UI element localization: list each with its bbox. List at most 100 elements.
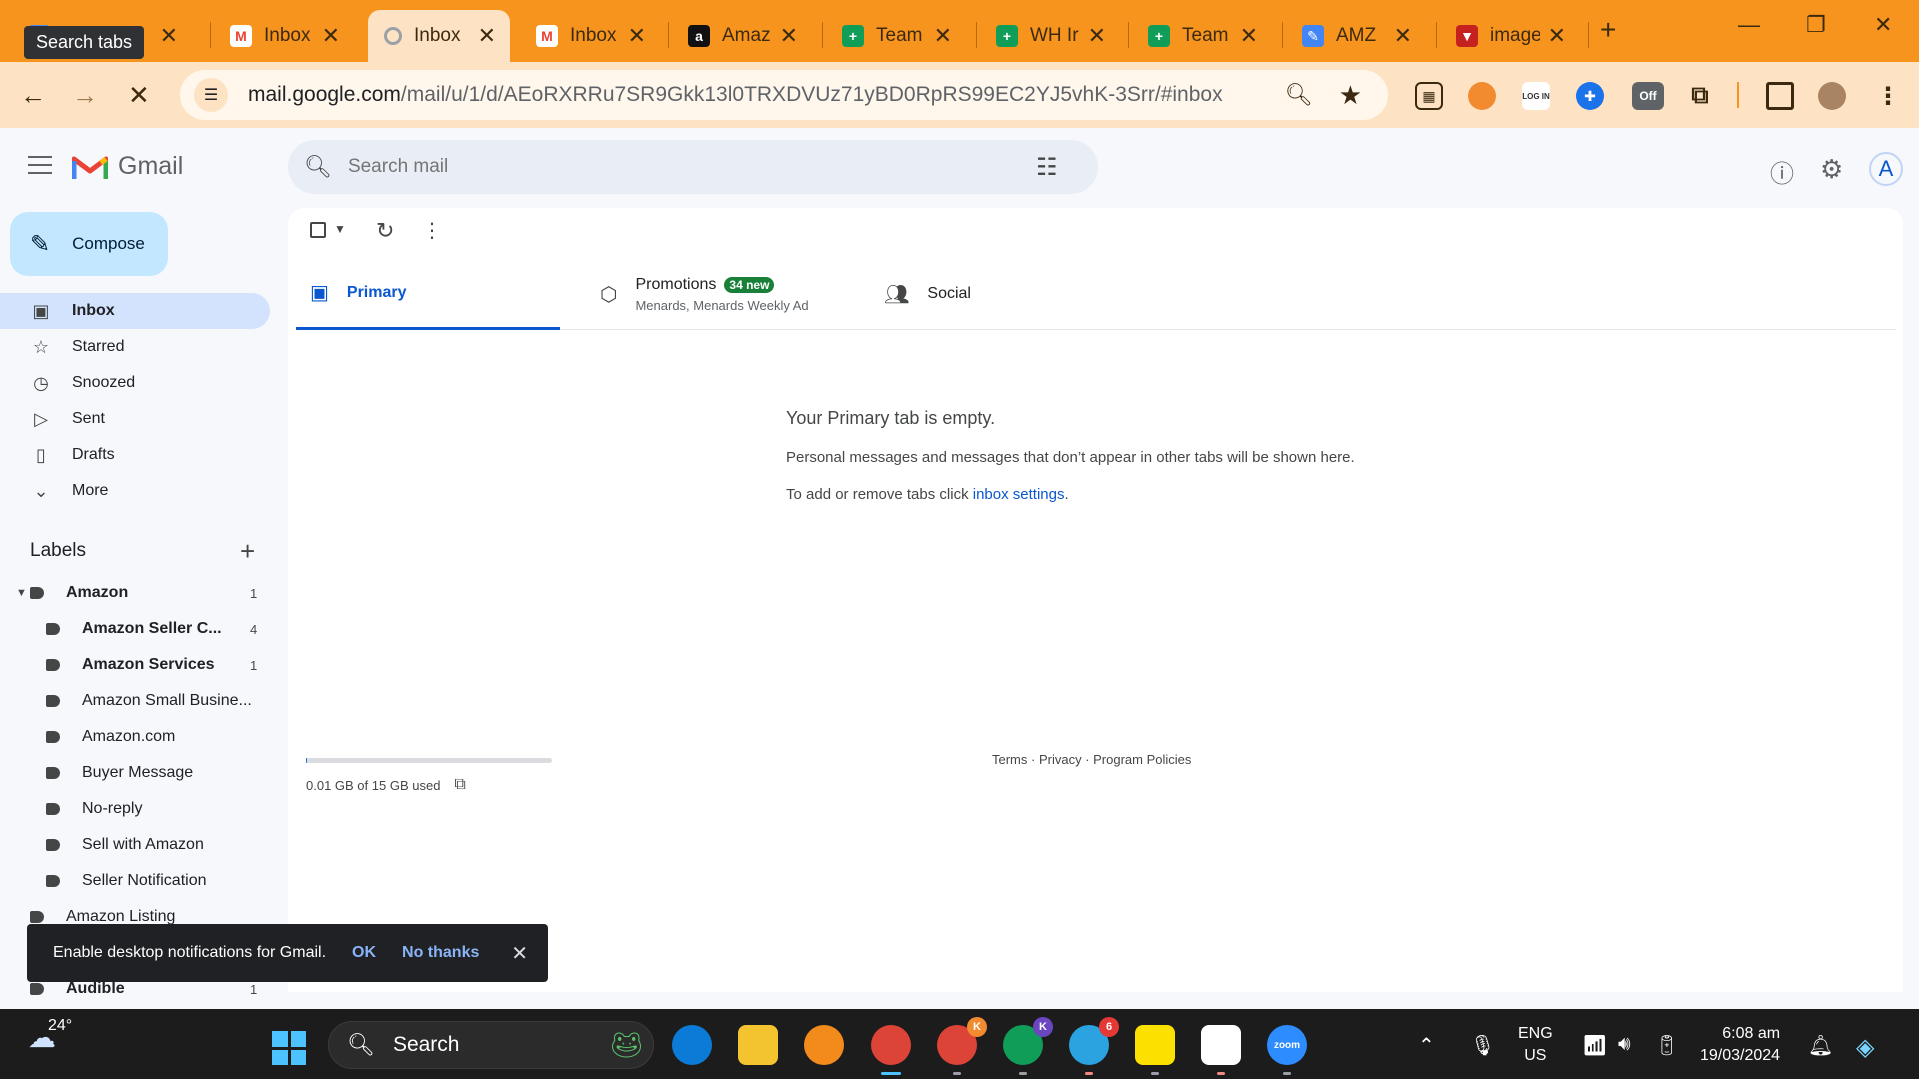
chevron-up-icon[interactable]: ⌃ [1418, 1033, 1435, 1058]
language-indicator[interactable]: ENG US [1518, 1023, 1553, 1067]
qr-code-extension-icon[interactable]: ▦ [1415, 82, 1443, 110]
login-extension-icon[interactable]: LOG IN [1522, 82, 1550, 110]
more-options-icon[interactable]: ⋮ [422, 218, 442, 243]
label-item[interactable]: Amazon Seller C... 4 [0, 611, 270, 647]
microphone-icon[interactable]: 🎙︎ [1470, 1033, 1495, 1058]
label-item[interactable]: Amazon Small Busine... [0, 683, 270, 719]
stop-loading-icon[interactable]: ✕ [128, 80, 150, 111]
close-tab-icon[interactable]: ✕ [780, 23, 798, 49]
select-dropdown-icon[interactable]: ▼ [334, 222, 346, 236]
clock[interactable]: 6:08 am 19/03/2024 [1700, 1023, 1780, 1067]
open-external-icon[interactable]: ⧉ [454, 776, 465, 794]
close-tab-icon[interactable]: ✕ [1394, 23, 1412, 49]
notification-bell-icon[interactable]: 🔔︎ [1808, 1033, 1833, 1058]
chrome-profile-icon[interactable]: K [1003, 1017, 1053, 1075]
program-policies-link[interactable]: Program Policies [1093, 752, 1191, 767]
help-icon[interactable]: ⓘ [1770, 154, 1794, 189]
inbox-settings-link[interactable]: inbox settings [973, 486, 1065, 503]
bookmark-star-icon[interactable]: ★ [1339, 80, 1362, 111]
nav-more[interactable]: ⌄ More [0, 473, 270, 509]
telegram-icon[interactable]: 6 [1069, 1017, 1119, 1075]
label-item[interactable]: Sell with Amazon [0, 827, 270, 863]
label-item[interactable]: Amazon Services 1 [0, 647, 270, 683]
orange-extension-icon[interactable] [1468, 82, 1496, 110]
close-tab-icon[interactable]: ✕ [160, 23, 178, 49]
zoom-icon[interactable]: 🔍︎ [1285, 82, 1313, 108]
tab-primary[interactable]: ▣ Primary [296, 258, 560, 330]
tab-social[interactable]: 👥︎ Social [870, 258, 1070, 330]
file-explorer-icon[interactable] [738, 1025, 778, 1065]
nav-drafts[interactable]: ▯ Drafts [0, 437, 270, 473]
browser-menu-icon[interactable]: ⋮ [1874, 82, 1902, 110]
weather-widget[interactable]: ☁ 24° [28, 1017, 72, 1054]
browser-tab[interactable]: a Amaz ✕ [672, 10, 812, 62]
privacy-link[interactable]: Privacy [1039, 752, 1082, 767]
main-menu-icon[interactable] [28, 156, 52, 180]
browser-tab[interactable]: M Inbox ✕ [520, 10, 660, 62]
brave-icon[interactable] [804, 1025, 844, 1065]
site-info-icon[interactable]: ☰ [194, 78, 228, 112]
profile-avatar[interactable] [1818, 82, 1846, 110]
url-text[interactable]: mail.google.com/mail/u/1/d/AEoRXRRu7SR9G… [248, 83, 1285, 107]
close-tab-icon[interactable]: ✕ [1548, 23, 1566, 49]
new-tab-button[interactable]: + [1600, 14, 1616, 46]
close-tab-icon[interactable]: ✕ [934, 23, 952, 49]
browser-tab[interactable]: + Team ✕ [1132, 10, 1272, 62]
off-extension-icon[interactable]: Off [1632, 82, 1664, 110]
select-all-checkbox[interactable] [310, 222, 326, 238]
battery-icon[interactable]: 🔋︎ [1654, 1033, 1679, 1058]
search-options-icon[interactable]: ☷ [1036, 153, 1058, 182]
browser-tab[interactable]: ✎ AMZ ✕ [1286, 10, 1426, 62]
label-item[interactable]: Seller Notification [0, 863, 270, 899]
compose-button[interactable]: ✎ Compose [10, 212, 168, 276]
browser-tab[interactable]: M Inbox ✕ [214, 10, 354, 62]
side-panel-icon[interactable] [1766, 82, 1794, 110]
label-item[interactable]: Buyer Message [0, 755, 270, 791]
minimize-icon[interactable]: — [1738, 12, 1760, 38]
volume-icon[interactable]: 🔊︎ [1618, 1033, 1631, 1056]
back-icon[interactable]: ← [20, 80, 46, 111]
gmail-logo[interactable]: Gmail [72, 152, 183, 181]
browser-tab-active[interactable]: Inbox ✕ [368, 10, 510, 62]
settings-gear-icon[interactable]: ⚙ [1820, 154, 1843, 185]
edge-icon[interactable] [672, 1025, 712, 1065]
chrome-icon[interactable] [871, 1025, 911, 1075]
restore-icon[interactable]: ❐ [1806, 12, 1826, 38]
add-label-button[interactable]: + [240, 536, 255, 567]
terms-link[interactable]: Terms [992, 752, 1027, 767]
nav-starred[interactable]: ☆ Starred [0, 329, 270, 365]
close-icon[interactable]: ✕ [511, 941, 528, 966]
nav-inbox[interactable]: ▣ Inbox [0, 293, 270, 329]
browser-tab[interactable]: + Team ✕ [826, 10, 966, 62]
search-bar[interactable]: 🔍︎ ☷ [288, 140, 1098, 194]
browser-tab[interactable]: + WH Ir ✕ [980, 10, 1120, 62]
forward-icon[interactable]: → [72, 80, 98, 111]
address-bar[interactable]: ☰ mail.google.com/mail/u/1/d/AEoRXRRu7SR… [180, 70, 1388, 120]
close-tab-icon[interactable]: ✕ [1088, 23, 1106, 49]
zoom-icon[interactable]: zoom [1267, 1025, 1307, 1075]
chrome-profile-icon[interactable]: K [937, 1017, 987, 1075]
tab-promotions[interactable]: ⬡ Promotions 34 new Menards, Menards Wee… [586, 258, 856, 330]
close-tab-icon[interactable]: ✕ [478, 23, 496, 49]
label-item[interactable]: ▼ Amazon 1 [0, 575, 270, 611]
browser-tab[interactable]: ▼ image ✕ [1440, 10, 1580, 62]
extensions-puzzle-icon[interactable]: ⧉ [1686, 82, 1714, 110]
close-tab-icon[interactable]: ✕ [1240, 23, 1258, 49]
search-input[interactable] [347, 156, 1028, 178]
label-item[interactable]: No-reply [0, 791, 270, 827]
close-tab-icon[interactable]: ✕ [322, 23, 340, 49]
caret-down-icon[interactable]: ▼ [16, 587, 27, 599]
nav-sent[interactable]: ▷ Sent [0, 401, 270, 437]
blue-extension-icon[interactable]: ✚ [1576, 82, 1604, 110]
label-item[interactable]: Amazon.com [0, 719, 270, 755]
start-button[interactable] [272, 1031, 306, 1065]
sticky-notes-icon[interactable] [1135, 1025, 1175, 1075]
copilot-icon[interactable]: ◈ [1856, 1033, 1874, 1062]
search-icon[interactable]: 🔍︎ [304, 154, 332, 180]
refresh-icon[interactable]: ↻ [376, 218, 394, 244]
close-tab-icon[interactable]: ✕ [628, 23, 646, 49]
no-thanks-button[interactable]: No thanks [402, 944, 479, 962]
close-window-icon[interactable]: ✕ [1874, 12, 1892, 38]
slack-icon[interactable] [1201, 1025, 1241, 1075]
wifi-icon[interactable]: 📶︎ [1582, 1033, 1607, 1058]
